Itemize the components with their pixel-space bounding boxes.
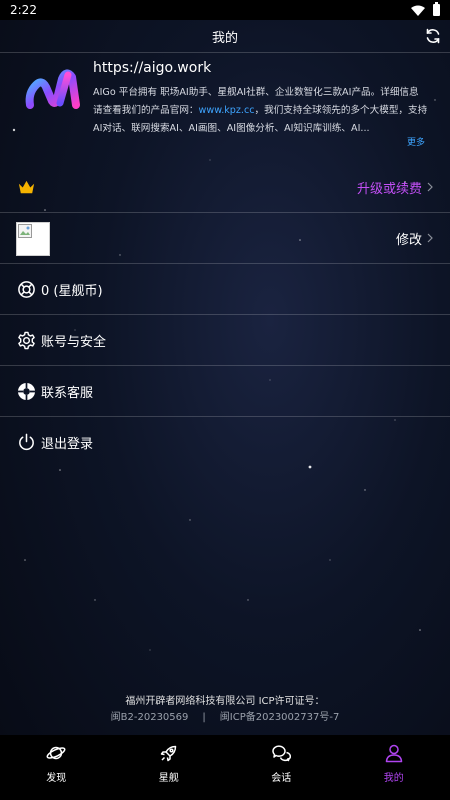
chevron-right-icon bbox=[427, 182, 433, 192]
avatar-row[interactable]: 修改 bbox=[0, 213, 450, 264]
coins-label: 0 (星舰币) bbox=[41, 283, 103, 299]
screen: 2:22 我的 https://aigo.work AIGo 平台拥有 职场AI… bbox=[0, 0, 450, 800]
page-title: 我的 bbox=[211, 30, 238, 46]
title-bar: 我的 bbox=[0, 20, 450, 53]
rocket-icon bbox=[160, 745, 176, 762]
chevron-right-icon bbox=[427, 233, 433, 243]
footer-licenses: 闽B2-20230569 | 闽ICP备2023002737号-7 bbox=[110, 712, 340, 723]
support-icon bbox=[17, 382, 36, 400]
refresh-icon[interactable] bbox=[424, 27, 442, 45]
status-bar: 2:22 bbox=[0, 0, 450, 20]
tab-starship[interactable]: 星舰 bbox=[113, 735, 226, 800]
footer: 福州开辟者网络科技有限公司 ICP许可证号： 闽B2-20230569 | 闽ICP… bbox=[0, 694, 450, 726]
footer-company: 福州开辟者网络科技有限公司 ICP许可证号： bbox=[125, 696, 325, 707]
power-icon bbox=[19, 433, 34, 451]
upgrade-renew-label: 升级或续费 bbox=[356, 181, 422, 197]
tab-chat[interactable]: 会话 bbox=[225, 735, 338, 800]
wifi-icon bbox=[411, 5, 425, 16]
planet-icon bbox=[46, 746, 66, 760]
battery-icon bbox=[433, 2, 440, 16]
avatar[interactable] bbox=[16, 222, 50, 256]
account-security-label: 账号与安全 bbox=[41, 334, 107, 350]
site-url[interactable]: https://aigo.work bbox=[93, 60, 211, 76]
aigo-logo bbox=[25, 69, 80, 109]
tab-discover[interactable]: 发现 bbox=[0, 735, 113, 800]
customer-service-row[interactable]: 联系客服 bbox=[0, 366, 450, 417]
account-security-row[interactable]: 账号与安全 bbox=[0, 315, 450, 366]
coins-row[interactable]: 0 (星舰币) bbox=[0, 264, 450, 315]
bottom-tab-bar: 发现 星舰 会话 我的 bbox=[0, 735, 450, 800]
logout-row[interactable]: 退出登录 bbox=[0, 417, 450, 468]
product-site-link[interactable]: www.kpz.cc bbox=[199, 105, 255, 116]
platform-description: AIGo 平台拥有 职场AI助手、星舰AI社群、企业数智化三款AI产品。详细信息… bbox=[93, 87, 428, 134]
user-icon bbox=[385, 744, 402, 763]
logout-label: 退出登录 bbox=[41, 437, 94, 452]
gear-icon bbox=[18, 331, 35, 349]
profile-card: https://aigo.work AIGo 平台拥有 职场AI助手、星舰AI社… bbox=[0, 55, 450, 162]
status-time: 2:22 bbox=[10, 3, 37, 17]
license-icp[interactable]: 闽ICP备2023002737号-7 bbox=[220, 712, 340, 723]
avatar-edit-label: 修改 bbox=[395, 232, 422, 248]
more-link[interactable]: 更多 bbox=[407, 135, 425, 148]
customer-service-label: 联系客服 bbox=[41, 385, 94, 401]
license-b2[interactable]: 闽B2-20230569 bbox=[111, 712, 189, 723]
broken-image-icon bbox=[18, 224, 32, 238]
tab-mine[interactable]: 我的 bbox=[338, 735, 450, 800]
lifebuoy-icon bbox=[18, 280, 35, 298]
crown-icon bbox=[18, 180, 35, 193]
chat-icon bbox=[272, 745, 292, 762]
upgrade-row[interactable]: 升级或续费 bbox=[0, 162, 450, 213]
